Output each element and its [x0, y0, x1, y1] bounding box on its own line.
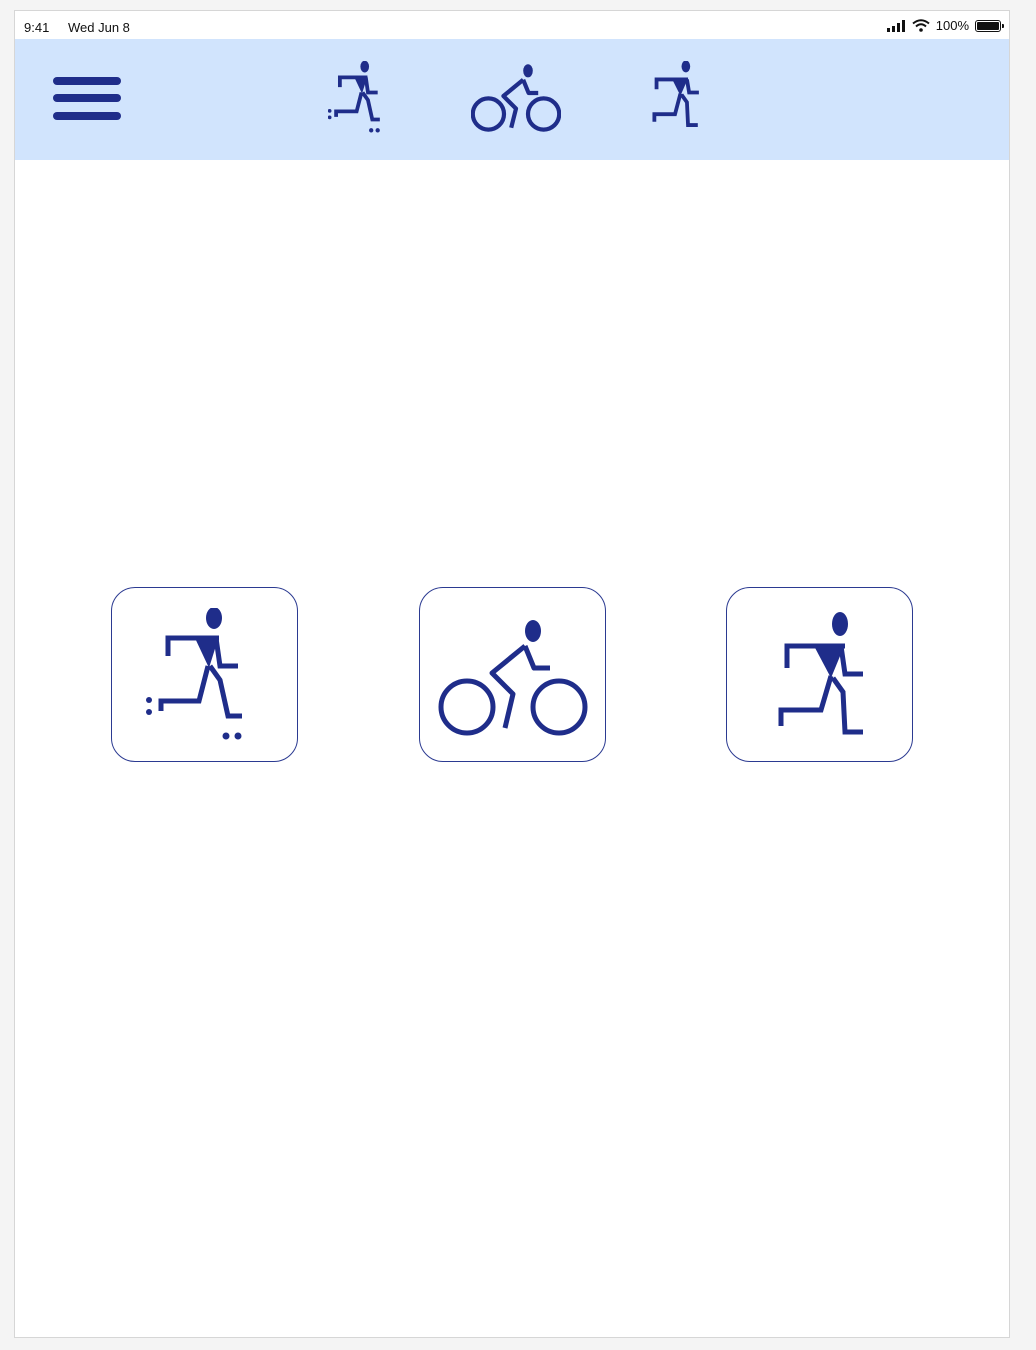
cyclist-icon[interactable]: [471, 63, 561, 135]
runner-icon: [778, 612, 863, 735]
battery-level: [977, 21, 999, 30]
battery-icon: [975, 19, 1004, 32]
inline-skater-icon[interactable]: [328, 61, 382, 137]
status-time: 9:41: [24, 20, 50, 35]
status-date: Wed Jun 8: [68, 20, 130, 35]
cyclist-icon: [438, 620, 588, 736]
wifi-icon: [912, 19, 930, 32]
runner-icon[interactable]: [647, 61, 703, 137]
inline-skater-icon: [146, 608, 242, 740]
status-indicators: 100%: [886, 18, 1004, 33]
cellular-signal-icon: [886, 19, 905, 32]
battery-percentage: 100%: [935, 18, 969, 33]
running-activity-button[interactable]: [726, 587, 913, 762]
app-screen: 9:41 Wed Jun 8 100%: [14, 10, 1010, 1338]
navigation-bar: [15, 39, 1009, 160]
status-bar: 9:41 Wed Jun 8 100%: [15, 11, 1009, 39]
hamburger-menu-icon[interactable]: [51, 74, 123, 126]
skating-activity-button[interactable]: [111, 587, 298, 762]
cycling-activity-button[interactable]: [419, 587, 606, 762]
